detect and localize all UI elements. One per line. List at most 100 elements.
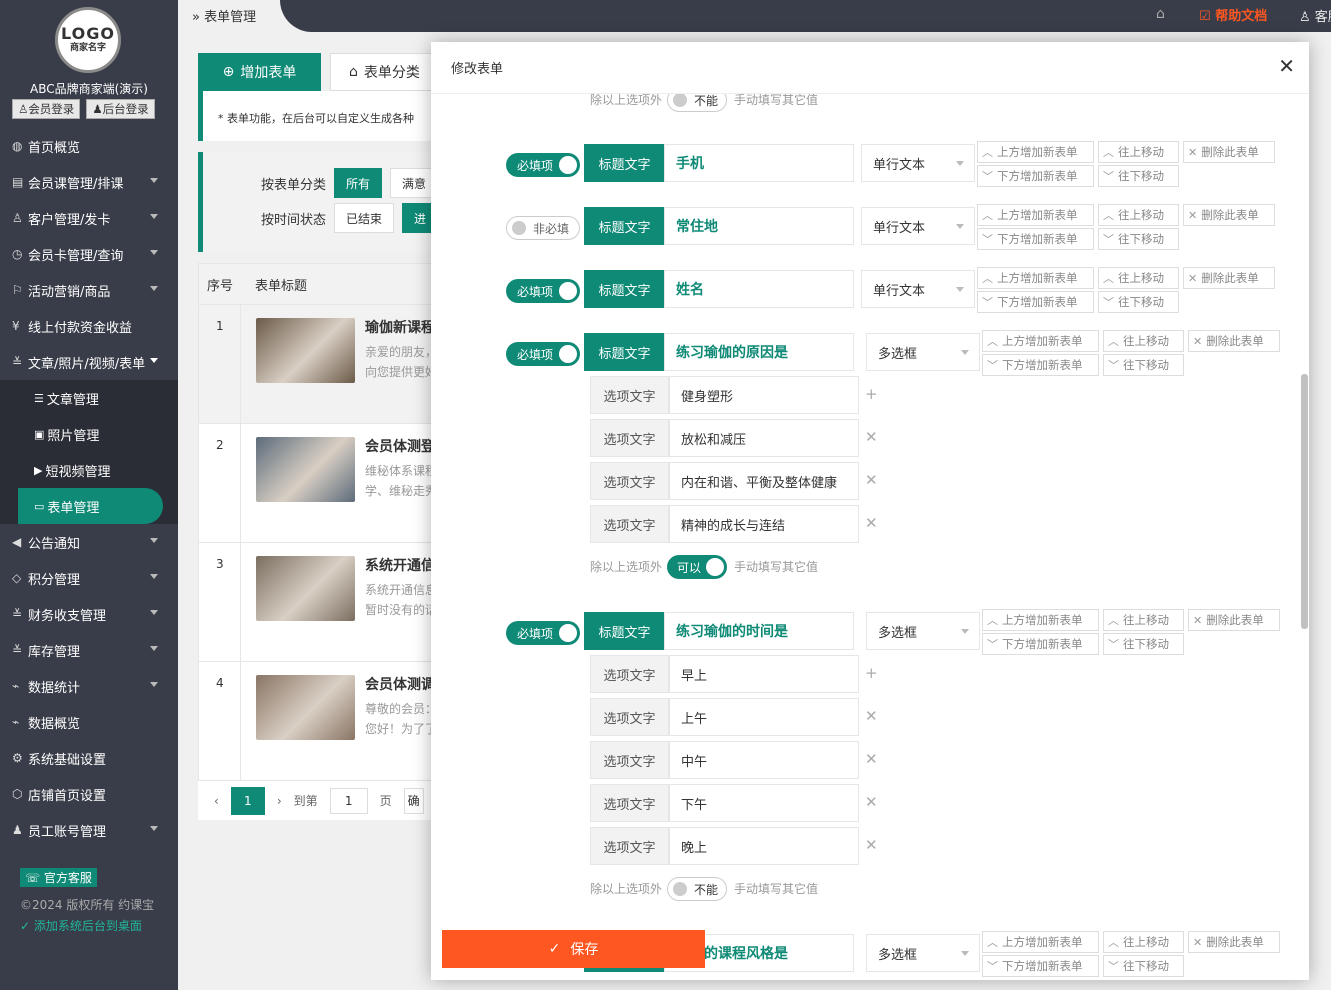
required-toggle[interactable]: 必填项	[506, 621, 580, 645]
add-form-button[interactable]: ⊕ 增加表单	[198, 53, 321, 91]
sidebar-item[interactable]: ◷ 会员卡管理/查询	[0, 236, 178, 272]
sidebar-item[interactable]: ◇ 积分管理	[0, 560, 178, 596]
confirm-button[interactable]: 确	[403, 787, 424, 814]
save-button[interactable]: ✓ 保存	[442, 930, 705, 968]
title-input[interactable]: 练习瑜伽的原因是	[664, 333, 854, 371]
sidebar-item[interactable]: ♙ 客户管理/发卡	[0, 200, 178, 236]
filter-ended-button[interactable]: 已结束	[334, 203, 395, 233]
submenu-item[interactable]: ☰ 文章管理	[0, 380, 178, 416]
admin-login-button[interactable]: ♟后台登录	[86, 99, 155, 119]
close-icon[interactable]: ✕	[865, 707, 878, 725]
required-toggle[interactable]: 必填项	[506, 153, 580, 177]
allow-other-toggle[interactable]: 不能	[667, 94, 727, 112]
sidebar-item[interactable]: ¥ 线上付款资金收益	[0, 308, 178, 344]
page-1-button[interactable]: 1	[230, 786, 265, 815]
filter-all-button[interactable]: 所有	[334, 168, 383, 198]
row-title[interactable]: 会员体测登	[365, 436, 435, 456]
add-above-button[interactable]: ︿ 上方增加新表单	[982, 609, 1099, 631]
type-select[interactable]: 多选框	[866, 333, 980, 371]
sidebar-item[interactable]: ≚ 文章/照片/视频/表单	[0, 344, 178, 380]
option-input[interactable]: 健身塑形	[669, 376, 859, 414]
title-input[interactable]: 练习瑜伽的时间是	[664, 612, 854, 650]
title-input[interactable]: 姓名	[664, 270, 854, 308]
scrollbar[interactable]	[1301, 374, 1308, 629]
prev-page-icon[interactable]: ‹	[214, 794, 219, 808]
page-input[interactable]: 1	[329, 787, 368, 814]
plus-icon[interactable]: +	[865, 664, 878, 682]
option-input[interactable]: 早上	[669, 655, 859, 693]
add-above-button[interactable]: ︿ 上方增加新表单	[977, 267, 1094, 289]
table-row[interactable]: 3 系统开通信 系统开通信息 暂时没有的话	[199, 542, 437, 662]
row-title[interactable]: 会员体测调	[365, 674, 435, 694]
add-to-desktop-link[interactable]: ✓ 添加系统后台到桌面	[20, 917, 154, 934]
option-input[interactable]: 晚上	[669, 827, 859, 865]
row-title[interactable]: 瑜伽新课程	[365, 317, 435, 337]
table-row[interactable]: 2 会员体测登 维秘体系课程 学、维秘走秀	[199, 423, 437, 543]
close-icon[interactable]: ✕	[865, 750, 878, 768]
allow-other-toggle[interactable]: 不能	[667, 877, 727, 901]
delete-form-button[interactable]: ✕ 删除此表单	[1188, 931, 1280, 953]
move-down-button[interactable]: ﹀ 往下移动	[1103, 354, 1184, 376]
logo[interactable]: LOGO 商家名字	[55, 7, 121, 73]
table-row[interactable]: 4 会员体测调 尊敬的会员： 您好！为了了	[199, 661, 437, 781]
sidebar-item[interactable]: ⌁ 数据统计	[0, 668, 178, 704]
move-up-button[interactable]: ︿ 往上移动	[1098, 204, 1179, 226]
customer-link[interactable]: ♙ 客服	[1299, 6, 1331, 25]
title-input[interactable]: 常住地	[664, 207, 854, 245]
delete-form-button[interactable]: ✕ 删除此表单	[1188, 330, 1280, 352]
add-below-button[interactable]: ﹀ 下方增加新表单	[982, 354, 1099, 376]
required-toggle[interactable]: 非必填	[506, 216, 580, 240]
sidebar-item[interactable]: ≚ 财务收支管理	[0, 596, 178, 632]
help-docs-link[interactable]: ☑ 帮助文档	[1199, 5, 1267, 24]
row-title[interactable]: 系统开通信	[365, 555, 435, 575]
sidebar-item[interactable]: ▤ 会员课管理/排课	[0, 164, 178, 200]
table-row[interactable]: 1 瑜伽新课程 亲爱的朋友， 向您提供更好	[199, 304, 437, 424]
member-login-button[interactable]: ♙会员登录	[12, 99, 81, 119]
move-down-button[interactable]: ﹀ 往下移动	[1103, 955, 1184, 977]
submenu-item[interactable]: ▭ 表单管理	[18, 488, 163, 524]
type-select[interactable]: 单行文本	[861, 144, 975, 182]
submenu-item[interactable]: ▶ 短视频管理	[0, 452, 178, 488]
move-up-button[interactable]: ︿ 往上移动	[1103, 931, 1184, 953]
option-input[interactable]: 上午	[669, 698, 859, 736]
add-above-button[interactable]: ︿ 上方增加新表单	[982, 931, 1099, 953]
official-service-button[interactable]: ☏ 官方客服	[20, 868, 97, 887]
plus-icon[interactable]: +	[865, 385, 878, 403]
sidebar-item[interactable]: ⌁ 数据概览	[0, 704, 178, 740]
delete-form-button[interactable]: ✕ 删除此表单	[1188, 609, 1280, 631]
next-page-icon[interactable]: ›	[277, 794, 282, 808]
close-icon[interactable]: ✕	[865, 428, 878, 446]
move-down-button[interactable]: ﹀ 往下移动	[1098, 228, 1179, 250]
move-up-button[interactable]: ︿ 往上移动	[1098, 141, 1179, 163]
move-down-button[interactable]: ﹀ 往下移动	[1098, 291, 1179, 313]
option-input[interactable]: 下午	[669, 784, 859, 822]
option-input[interactable]: 中午	[669, 741, 859, 779]
required-toggle[interactable]: 必填项	[506, 279, 580, 303]
sidebar-item[interactable]: ⬡ 店铺首页设置	[0, 776, 178, 812]
move-up-button[interactable]: ︿ 往上移动	[1098, 267, 1179, 289]
type-select[interactable]: 单行文本	[861, 207, 975, 245]
allow-other-toggle[interactable]: 可以	[667, 555, 727, 579]
close-icon[interactable]: ✕	[865, 793, 878, 811]
add-below-button[interactable]: ﹀ 下方增加新表单	[977, 228, 1094, 250]
option-input[interactable]: 精神的成长与连结	[669, 505, 859, 543]
type-select[interactable]: 多选框	[866, 934, 980, 972]
home-icon[interactable]: ⌂	[1156, 6, 1165, 22]
type-select[interactable]: 单行文本	[861, 270, 975, 308]
sidebar-item[interactable]: ◍ 首页概览	[0, 128, 178, 164]
add-above-button[interactable]: ︿ 上方增加新表单	[977, 141, 1094, 163]
title-input[interactable]: 手机	[664, 144, 854, 182]
close-icon[interactable]: ✕	[865, 514, 878, 532]
add-below-button[interactable]: ﹀ 下方增加新表单	[982, 633, 1099, 655]
sidebar-item[interactable]: ♟ 员工账号管理	[0, 812, 178, 848]
submenu-item[interactable]: ▣ 照片管理	[0, 416, 178, 452]
sidebar-item[interactable]: ⚙ 系统基础设置	[0, 740, 178, 776]
add-below-button[interactable]: ﹀ 下方增加新表单	[977, 291, 1094, 313]
add-below-button[interactable]: ﹀ 下方增加新表单	[977, 165, 1094, 187]
add-above-button[interactable]: ︿ 上方增加新表单	[982, 330, 1099, 352]
sidebar-item[interactable]: ⚐ 活动营销/商品	[0, 272, 178, 308]
delete-form-button[interactable]: ✕ 删除此表单	[1183, 267, 1275, 289]
move-down-button[interactable]: ﹀ 往下移动	[1103, 633, 1184, 655]
option-input[interactable]: 放松和减压	[669, 419, 859, 457]
close-icon[interactable]: ✕	[1278, 54, 1295, 78]
